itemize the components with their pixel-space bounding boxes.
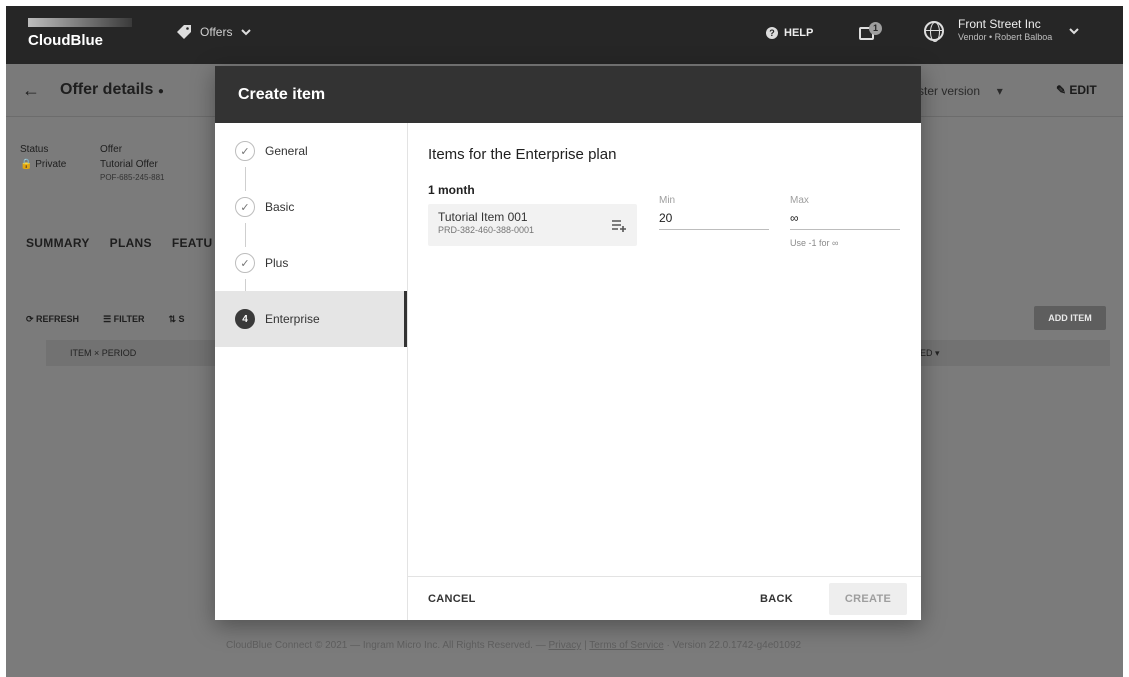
- max-label: Max: [790, 195, 809, 206]
- info-icon: ●: [157, 86, 164, 97]
- max-helper-text: Use -1 for ∞: [790, 238, 839, 248]
- footer-version: · Version 22.0.1742-g4e01092: [663, 640, 802, 651]
- chevron-down-icon: [241, 29, 252, 36]
- step-label: Plus: [265, 256, 289, 270]
- page-tabs: SUMMARY PLANS FEATU: [26, 236, 212, 250]
- globe-icon: [924, 20, 944, 42]
- period-label: 1 month: [428, 183, 475, 197]
- step-number: 4: [235, 309, 255, 329]
- edit-button[interactable]: ✎ EDIT: [1056, 83, 1097, 97]
- min-label: Min: [659, 195, 676, 206]
- version-select[interactable]: ster version ▾: [918, 84, 1003, 98]
- terms-link[interactable]: Terms of Service: [589, 640, 663, 651]
- privacy-link[interactable]: Privacy: [549, 640, 582, 651]
- account-switcher[interactable]: Front Street Inc Vendor • Robert Balboa: [924, 18, 1080, 43]
- page-footer: CloudBlue Connect © 2021 — Ingram Micro …: [226, 640, 801, 651]
- dialog-title: Create item: [215, 66, 921, 123]
- check-icon: ✓: [235, 253, 255, 273]
- tab-features[interactable]: FEATU: [172, 236, 213, 250]
- chevron-down-icon: [1069, 27, 1079, 34]
- tab-summary[interactable]: SUMMARY: [26, 236, 90, 250]
- account-name: Front Street Inc: [958, 17, 1041, 31]
- wizard-steps: ✓ General ✓ Basic ✓ Plus 4 Enterprise: [215, 123, 408, 620]
- item-card[interactable]: Tutorial Item 001 PRD-382-460-388-0001: [428, 204, 637, 246]
- tab-plans[interactable]: PLANS: [110, 236, 152, 250]
- playlist-add-icon[interactable]: [611, 218, 627, 232]
- module-switcher[interactable]: Offers: [176, 24, 252, 40]
- footer-copyright: CloudBlue Connect © 2021 — Ingram Micro …: [226, 640, 549, 651]
- min-input[interactable]: 20: [659, 206, 769, 230]
- cancel-button[interactable]: CANCEL: [428, 593, 476, 605]
- logo-gradient-bar: [28, 18, 132, 27]
- step-label: Basic: [265, 200, 295, 214]
- add-item-button[interactable]: ADD ITEM: [1034, 306, 1106, 330]
- tag-icon: [177, 25, 191, 39]
- filter-button[interactable]: ☰ FILTER: [103, 314, 144, 325]
- offer-id: POF-685-245-881: [100, 173, 165, 182]
- status-value: 🔒 Private: [20, 159, 67, 170]
- offer-label: Offer: [100, 144, 123, 155]
- step-enterprise[interactable]: 4 Enterprise: [215, 291, 407, 347]
- dialog-actions: CANCEL BACK CREATE: [408, 576, 921, 620]
- step-label: Enterprise: [265, 312, 320, 326]
- table-toolbar: ⟳ REFRESH ☰ FILTER ⇅ S: [26, 314, 185, 325]
- step-plus[interactable]: ✓ Plus: [215, 235, 407, 303]
- step-general[interactable]: ✓ General: [215, 123, 407, 191]
- logo-text: CloudBlue: [28, 32, 103, 49]
- column-item-period[interactable]: ITEM × PERIOD: [70, 348, 136, 358]
- dialog-content: Items for the Enterprise plan 1 month Tu…: [408, 123, 921, 576]
- cloudblue-logo[interactable]: CloudBlue: [28, 18, 138, 52]
- step-basic[interactable]: ✓ Basic: [215, 179, 407, 247]
- status-label: Status: [20, 144, 49, 155]
- page-title: Offer details ●: [60, 81, 164, 98]
- help-icon: ?: [766, 27, 778, 39]
- back-arrow-icon[interactable]: ←: [22, 80, 40, 101]
- min-field[interactable]: Min 20: [659, 195, 769, 230]
- module-name: Offers: [200, 25, 233, 39]
- create-button[interactable]: CREATE: [829, 583, 907, 615]
- back-button[interactable]: BACK: [760, 593, 793, 605]
- create-item-dialog: Create item ✓ General ✓ Basic ✓ Plus 4 E…: [215, 66, 921, 620]
- item-name: Tutorial Item 001: [438, 210, 528, 224]
- check-icon: ✓: [235, 197, 255, 217]
- column-header[interactable]: ED ▾: [920, 348, 940, 359]
- refresh-button[interactable]: ⟳ REFRESH: [26, 314, 79, 325]
- item-id: PRD-382-460-388-0001: [438, 225, 535, 235]
- max-input[interactable]: ∞: [790, 206, 900, 230]
- notifications-badge: 1: [869, 22, 882, 35]
- sort-button[interactable]: ⇅ S: [168, 314, 184, 325]
- step-label: General: [265, 144, 308, 158]
- content-title: Items for the Enterprise plan: [428, 146, 617, 163]
- account-subtitle: Vendor • Robert Balboa: [958, 32, 1053, 42]
- notifications-button[interactable]: 1: [859, 22, 882, 44]
- top-app-bar: CloudBlue Offers ? HELP 1 Front Street I…: [6, 6, 1123, 64]
- offer-name: Tutorial Offer: [100, 159, 158, 170]
- help-button[interactable]: ? HELP: [766, 27, 813, 39]
- check-icon: ✓: [235, 141, 255, 161]
- help-label: HELP: [784, 27, 814, 39]
- max-field[interactable]: Max ∞ Use -1 for ∞: [790, 195, 900, 248]
